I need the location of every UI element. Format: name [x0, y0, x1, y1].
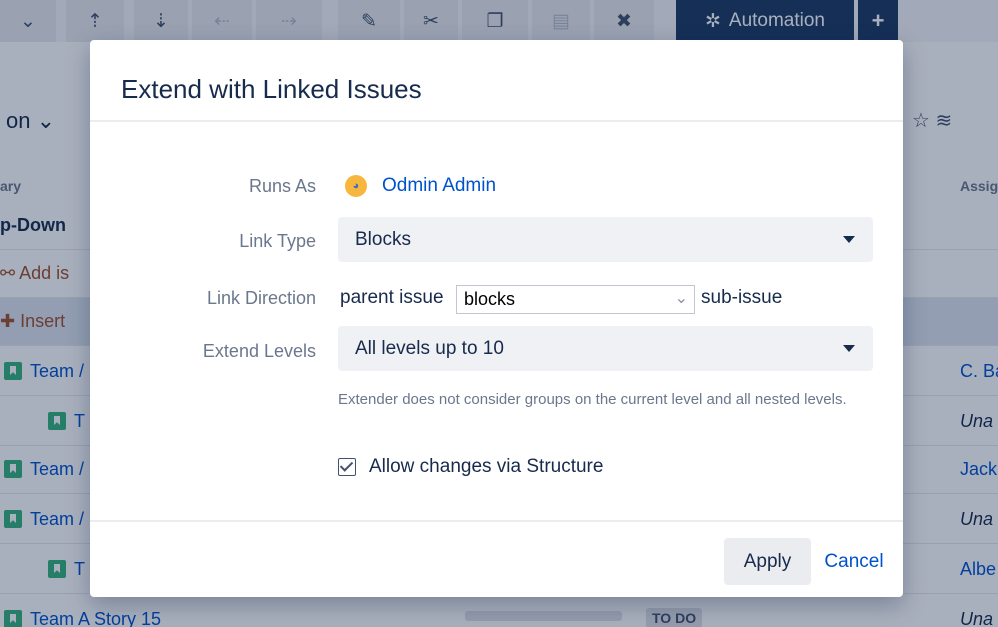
chevron-down-icon: ⌄: [674, 290, 688, 307]
allow-changes-checkbox[interactable]: [338, 458, 356, 476]
extend-levels-value: All levels up to 10: [355, 338, 504, 359]
apply-button[interactable]: Apply: [724, 538, 811, 585]
direction-prefix: parent issue: [340, 287, 444, 308]
divider: [90, 520, 903, 522]
link-type-value: Blocks: [355, 229, 411, 250]
cancel-button[interactable]: Cancel: [814, 538, 894, 585]
extend-linked-issues-dialog: Extend with Linked Issues Runs As ◕ Odmi…: [90, 40, 903, 597]
link-type-select[interactable]: Blocks: [338, 217, 873, 262]
direction-suffix: sub-issue: [701, 287, 783, 308]
link-direction-label: Link Direction: [206, 288, 316, 308]
runs-as-user-link[interactable]: Odmin Admin: [382, 175, 496, 197]
allow-changes-label[interactable]: Allow changes via Structure: [369, 456, 603, 478]
caret-down-icon: [843, 345, 855, 352]
dialog-title: Extend with Linked Issues: [121, 74, 422, 104]
extend-levels-label: Extend Levels: [202, 341, 316, 361]
link-direction-value: blocks: [464, 289, 516, 309]
runs-as-label: Runs As: [248, 176, 316, 196]
extender-hint: Extender does not consider groups on the…: [338, 391, 847, 408]
caret-down-icon: [843, 236, 855, 243]
divider: [90, 120, 903, 122]
extend-levels-select[interactable]: All levels up to 10: [338, 326, 873, 371]
link-direction-select[interactable]: blocks ⌄: [456, 285, 695, 314]
avatar: ◕: [345, 175, 367, 197]
link-type-label: Link Type: [239, 231, 316, 251]
